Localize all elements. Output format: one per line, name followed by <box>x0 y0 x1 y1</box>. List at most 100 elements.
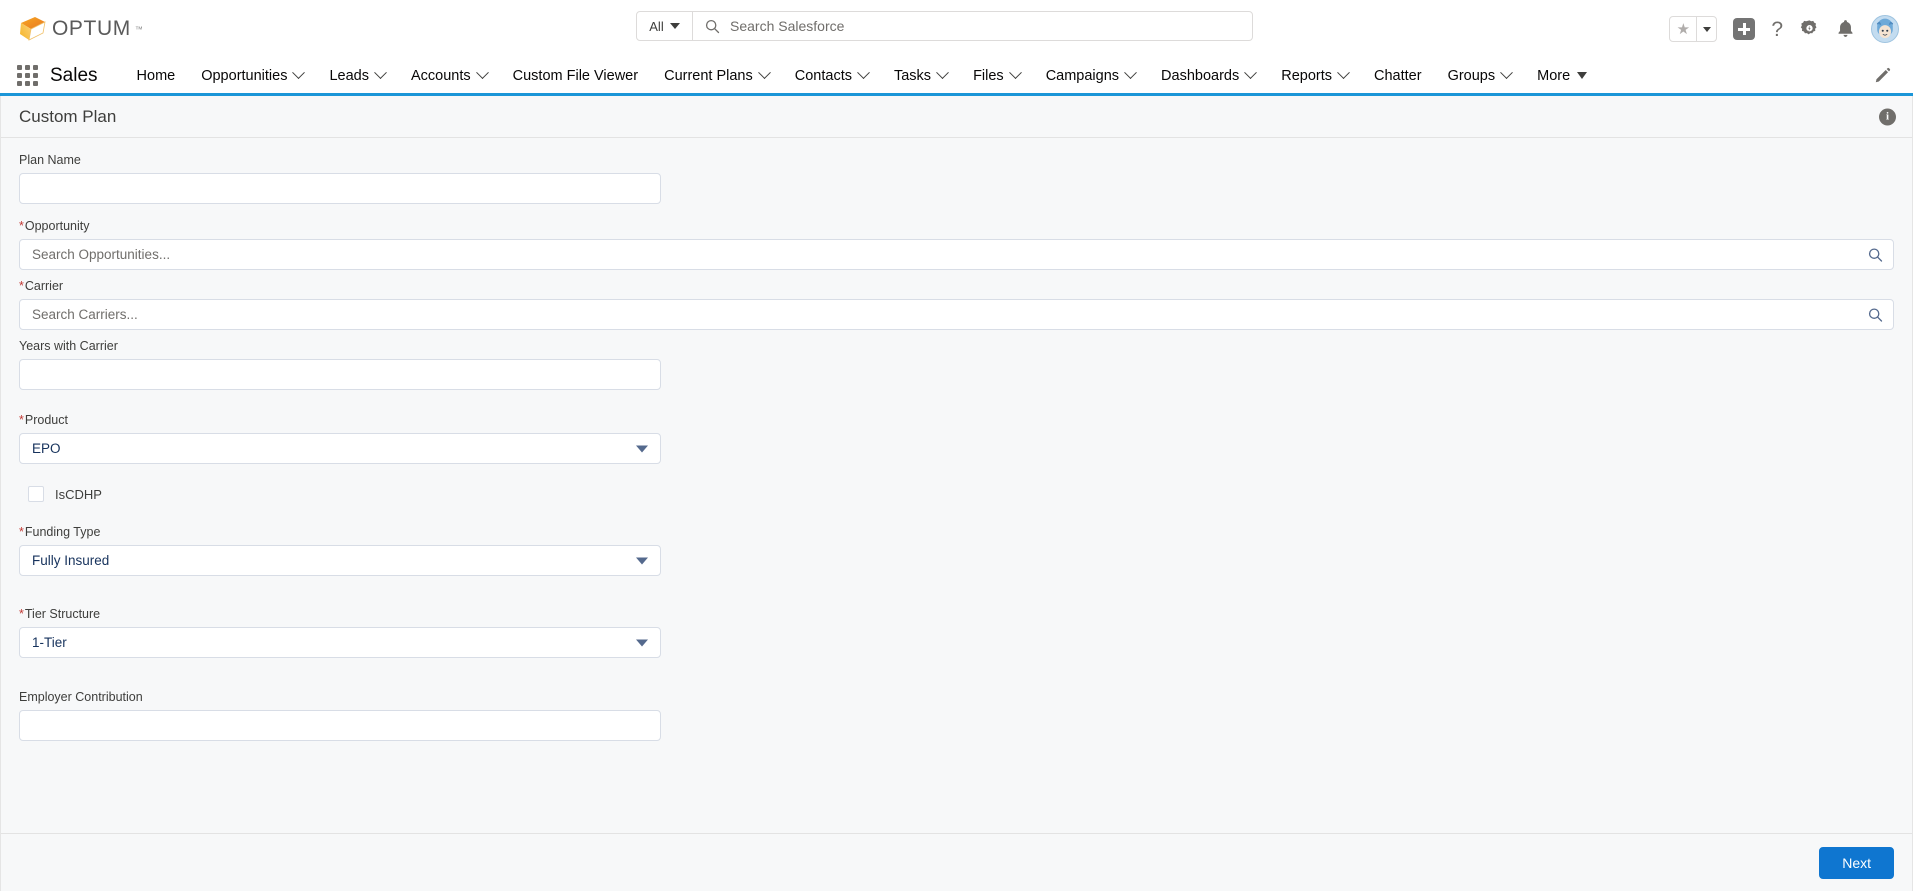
nav-item-chatter[interactable]: Chatter <box>1361 58 1435 93</box>
optum-logo[interactable]: OPTUM ™ <box>18 15 143 43</box>
optum-logo-mark <box>20 17 46 41</box>
nav-item-more[interactable]: More <box>1524 58 1600 93</box>
nav-item-leads[interactable]: Leads <box>316 58 398 93</box>
nav-item-label: Reports <box>1281 67 1332 84</box>
bell-icon <box>1838 20 1853 37</box>
nav-item-groups[interactable]: Groups <box>1435 58 1525 93</box>
chevron-down-icon <box>1337 66 1350 80</box>
tier-structure-select[interactable]: 1-Tier <box>19 627 661 658</box>
favorites-group[interactable]: ★ <box>1669 16 1718 42</box>
funding-type-label: *Funding Type <box>19 524 1894 541</box>
app-launcher-waffle-icon[interactable] <box>14 63 40 89</box>
carrier-label-text: Carrier <box>24 279 64 293</box>
opportunity-label: *Opportunity <box>19 218 1894 235</box>
product-label-text: Product <box>24 413 68 427</box>
field-plan-name: Plan Name <box>19 152 1894 204</box>
search-scope-selector[interactable]: All <box>637 12 693 40</box>
edit-navigation-button[interactable] <box>1866 67 1899 84</box>
nav-item-label: More <box>1537 67 1571 84</box>
tier-structure-label-text: Tier Structure <box>24 607 101 621</box>
field-employer-contribution: Employer Contribution <box>19 689 1894 741</box>
field-product: *Product EPO <box>19 412 1894 464</box>
nav-item-campaigns[interactable]: Campaigns <box>1033 58 1148 93</box>
field-carrier: *Carrier Search Carriers... <box>19 278 1894 330</box>
custom-plan-form: Plan Name *Opportunity Search Opportunit… <box>1 138 1912 833</box>
years-with-carrier-input[interactable] <box>19 359 661 390</box>
notifications-button[interactable] <box>1836 19 1855 39</box>
plan-name-input[interactable] <box>19 173 661 204</box>
chevron-down-icon <box>936 66 949 80</box>
search-icon <box>705 19 720 33</box>
favorites-chevron-down-icon[interactable] <box>1696 17 1716 41</box>
nav-item-label: Custom File Viewer <box>512 67 639 84</box>
is-cdhp-label: IsCDHP <box>55 486 102 502</box>
header-actions: ★ ? <box>1669 0 1899 58</box>
chevron-down-icon <box>636 557 648 564</box>
search-icon[interactable] <box>1868 307 1883 322</box>
info-icon[interactable]: i <box>1879 108 1896 125</box>
search-icon[interactable] <box>1868 247 1883 262</box>
plus-icon <box>1733 18 1756 40</box>
chevron-down-icon <box>636 445 648 452</box>
nav-item-tasks[interactable]: Tasks <box>881 58 960 93</box>
nav-item-label: Chatter <box>1374 67 1422 84</box>
avatar[interactable] <box>1871 15 1899 43</box>
star-icon[interactable]: ★ <box>1670 17 1696 41</box>
field-opportunity: *Opportunity Search Opportunities... <box>19 218 1894 270</box>
employer-contribution-label: Employer Contribution <box>19 690 143 704</box>
field-is-cdhp[interactable]: IsCDHP <box>28 486 1894 502</box>
field-tier-structure: *Tier Structure 1-Tier <box>19 606 1894 658</box>
funding-type-select[interactable]: Fully Insured <box>19 545 661 576</box>
funding-type-value: Fully Insured <box>32 553 110 568</box>
chevron-down-icon <box>1124 66 1137 80</box>
nav-item-label: Accounts <box>410 67 471 84</box>
years-with-carrier-label: Years with Carrier <box>19 339 118 353</box>
page-content: Custom Plan i Plan Name *Opportunity Sea… <box>0 96 1913 891</box>
global-search[interactable]: All Search Salesforce <box>636 11 1253 41</box>
product-select[interactable]: EPO <box>19 433 661 464</box>
chevron-down-icon <box>757 66 771 80</box>
carrier-label: *Carrier <box>19 278 1894 295</box>
is-cdhp-checkbox[interactable] <box>28 486 44 502</box>
nav-item-label: Dashboards <box>1161 67 1240 84</box>
help-button[interactable]: ? <box>1771 19 1783 40</box>
opportunity-label-text: Opportunity <box>24 219 90 233</box>
setup-button[interactable] <box>1799 19 1820 40</box>
nav-item-home[interactable]: Home <box>124 58 189 93</box>
nav-items: Home Opportunities Leads Accounts Custom… <box>124 58 1866 93</box>
app-name[interactable]: Sales <box>50 65 98 87</box>
tier-structure-label: *Tier Structure <box>19 606 1894 623</box>
nav-item-files[interactable]: Files <box>960 58 1033 93</box>
card-header: Custom Plan i <box>1 96 1912 138</box>
card-footer: Next <box>1 833 1912 891</box>
nav-item-label: Current Plans <box>664 67 753 84</box>
search-scope-label: All <box>649 18 664 34</box>
nav-item-custom-file-viewer[interactable]: Custom File Viewer <box>500 58 651 93</box>
plan-name-label: Plan Name <box>19 153 81 167</box>
required-asterisk: * <box>19 525 24 539</box>
product-value: EPO <box>32 441 61 456</box>
user-avatar <box>1871 15 1899 43</box>
next-button[interactable]: Next <box>1819 846 1894 879</box>
nav-item-reports[interactable]: Reports <box>1268 58 1361 93</box>
nav-item-opportunities[interactable]: Opportunities <box>188 58 316 93</box>
tier-structure-value: 1-Tier <box>32 635 67 650</box>
nav-item-current-plans[interactable]: Current Plans <box>651 58 782 93</box>
carrier-lookup-input[interactable]: Search Carriers... <box>19 299 1894 330</box>
chevron-down-icon <box>1500 66 1513 80</box>
chevron-down-icon <box>636 639 648 646</box>
nav-item-contacts[interactable]: Contacts <box>782 58 881 93</box>
employer-contribution-input[interactable] <box>19 710 661 741</box>
required-asterisk: * <box>19 413 24 427</box>
chevron-down-icon <box>292 66 306 80</box>
opportunity-lookup-input[interactable]: Search Opportunities... <box>19 239 1894 270</box>
add-button[interactable] <box>1733 18 1756 40</box>
nav-item-accounts[interactable]: Accounts <box>398 58 500 93</box>
search-input[interactable]: Search Salesforce <box>693 12 1252 40</box>
gear-icon <box>1800 19 1817 34</box>
question-mark-icon: ? <box>1771 17 1783 41</box>
nav-item-dashboards[interactable]: Dashboards <box>1148 58 1268 93</box>
opportunity-placeholder: Search Opportunities... <box>32 247 171 262</box>
optum-trademark: ™ <box>134 24 143 34</box>
nav-item-label: Leads <box>329 67 369 84</box>
